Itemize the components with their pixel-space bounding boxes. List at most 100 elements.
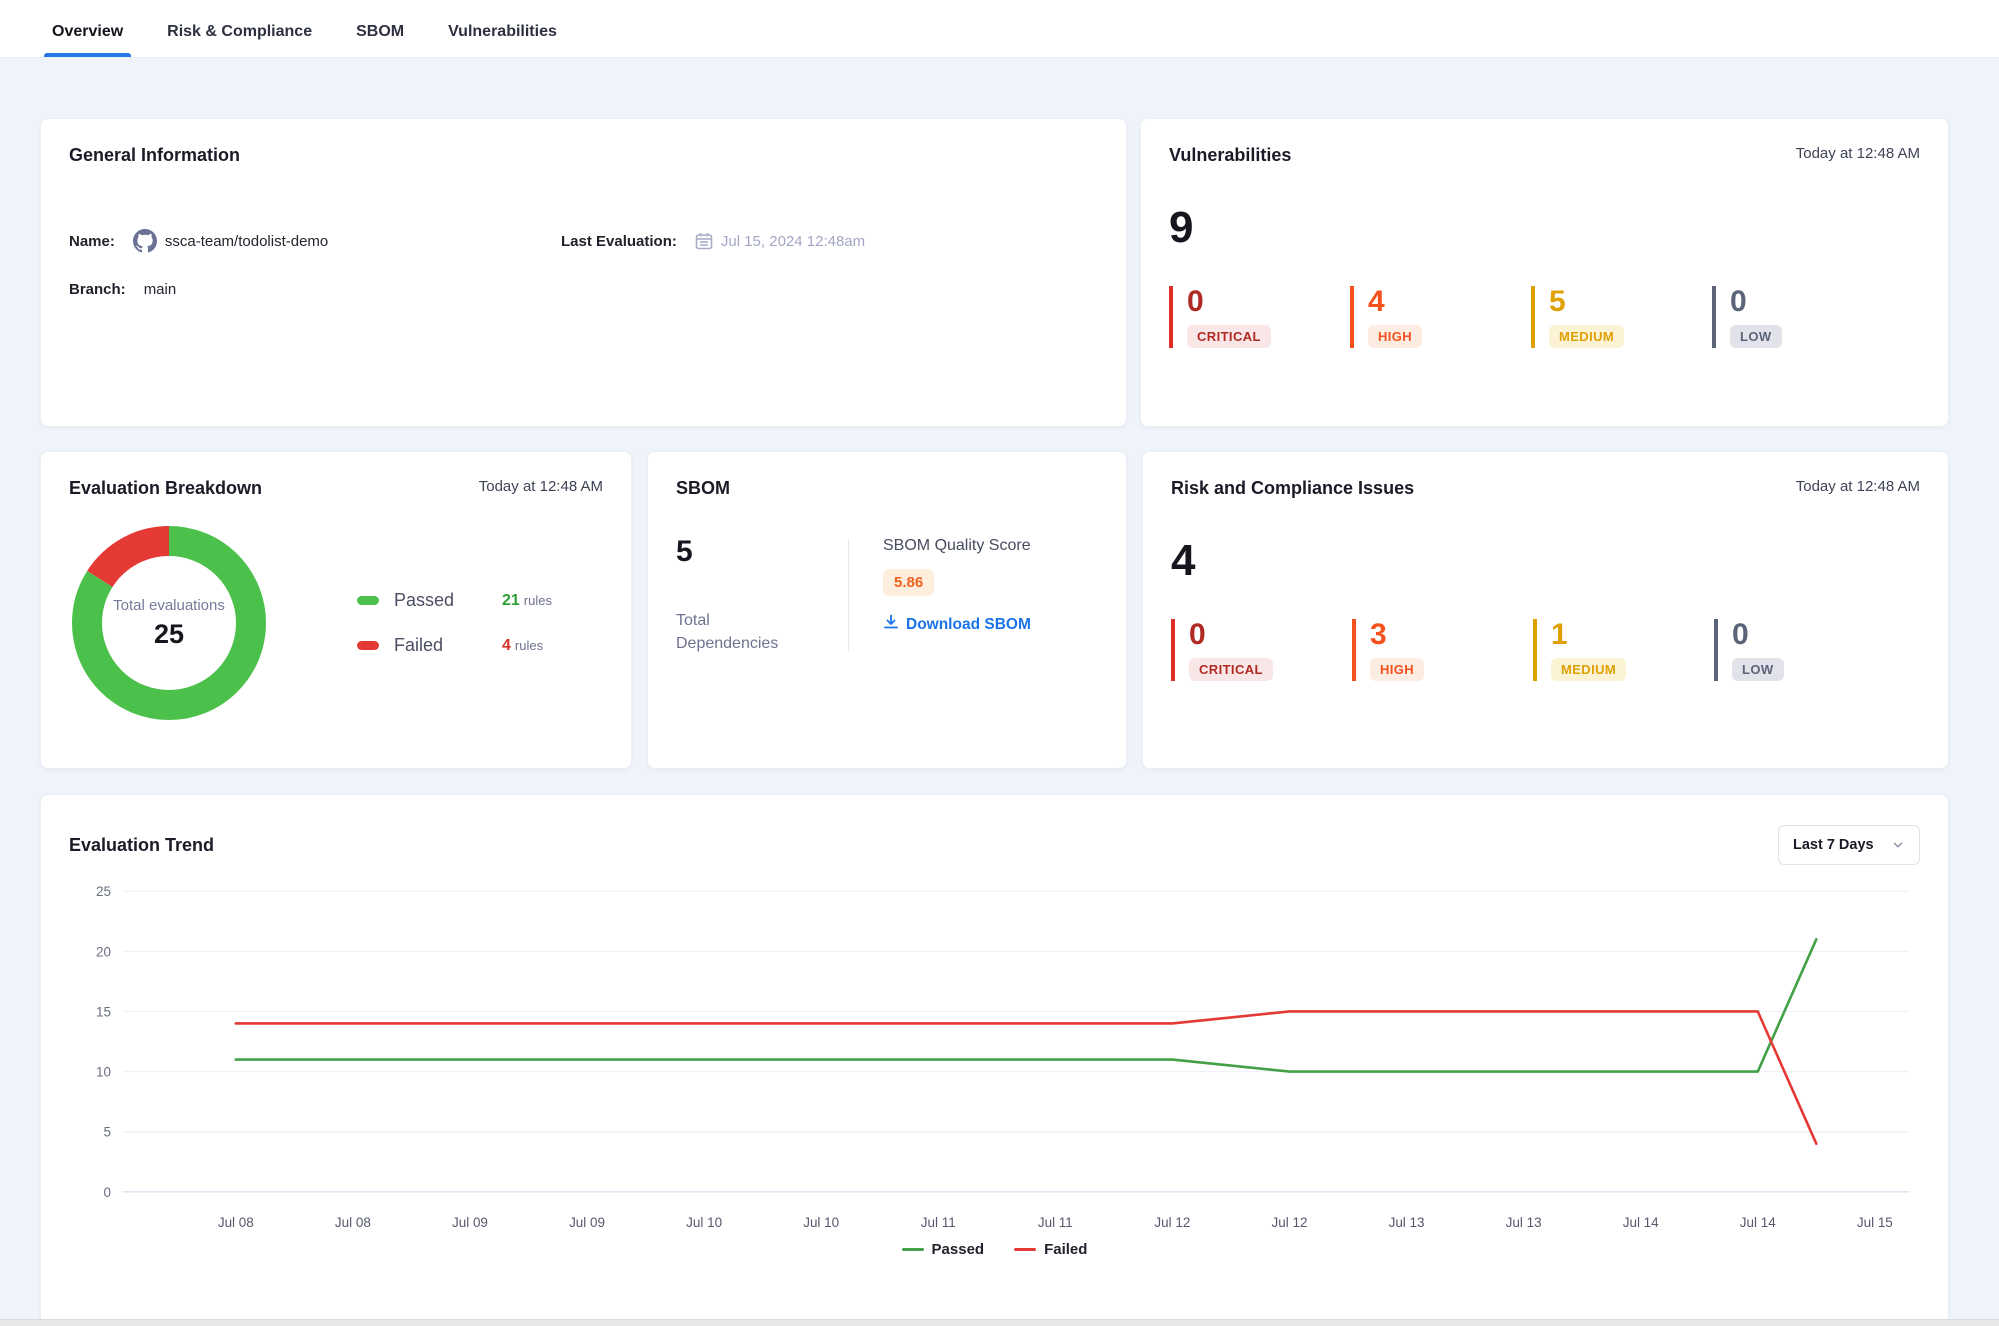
- failed-legend-label: Failed: [394, 635, 502, 656]
- download-sbom-label: Download SBOM: [906, 616, 1031, 634]
- severity-item-medium: 1MEDIUM: [1533, 619, 1714, 681]
- donut-center-label: Total evaluations: [113, 596, 225, 616]
- risk-compliance-severity-row: 0 CRITICAL 3HIGH1MEDIUM0LOW: [1171, 619, 1920, 681]
- tab-risk-compliance[interactable]: Risk & Compliance: [163, 23, 316, 57]
- severity-badge: CRITICAL: [1189, 658, 1273, 681]
- severity-count: 0: [1187, 286, 1350, 318]
- evaluation-trend-card: Evaluation Trend Last 7 Days 0 5 10 15 20 25 J…: [40, 794, 1949, 1326]
- severity-item-critical: 0 CRITICAL: [1171, 619, 1352, 681]
- legend-row-failed: Failed 4 rules: [357, 635, 552, 656]
- failed-rules-count: 4: [502, 637, 511, 655]
- severity-badge: CRITICAL: [1187, 325, 1271, 348]
- severity-item-low: 0LOW: [1714, 619, 1895, 681]
- time-range-value: Last 7 Days: [1793, 837, 1874, 853]
- tab-vulnerabilities[interactable]: Vulnerabilities: [444, 23, 561, 57]
- severity-badge: HIGH: [1368, 325, 1422, 348]
- severity-item-high: 4 HIGH: [1350, 286, 1531, 348]
- severity-count: 0: [1732, 619, 1895, 651]
- download-sbom-link[interactable]: Download SBOM: [883, 614, 1031, 635]
- legend-row-passed: Passed 21 rules: [357, 590, 552, 611]
- svg-text:Jul 15: Jul 15: [1857, 1215, 1893, 1230]
- legend-item-passed: Passed: [902, 1241, 985, 1258]
- passed-legend-label: Passed: [932, 1241, 985, 1258]
- bottom-scrollbar-track[interactable]: [0, 1319, 1999, 1326]
- sbom-total-dependencies-count: 5: [676, 535, 848, 569]
- failed-rules-unit: rules: [515, 638, 543, 653]
- svg-text:Jul 13: Jul 13: [1506, 1215, 1542, 1230]
- branch-value: main: [144, 281, 177, 298]
- svg-text:5: 5: [103, 1125, 111, 1140]
- svg-text:0: 0: [103, 1185, 111, 1200]
- last-evaluation-label: Last Evaluation:: [561, 233, 677, 250]
- branch-field: Branch: main: [69, 276, 561, 302]
- name-label: Name:: [69, 233, 115, 250]
- failed-legend-swatch: [357, 641, 379, 650]
- evaluations-donut-chart: Total evaluations 25: [69, 523, 269, 723]
- severity-count: 4: [1368, 286, 1531, 318]
- tab-sbom[interactable]: SBOM: [352, 23, 408, 57]
- svg-text:Jul 09: Jul 09: [452, 1215, 488, 1230]
- svg-text:Jul 11: Jul 11: [1038, 1215, 1073, 1230]
- svg-text:Jul 12: Jul 12: [1272, 1215, 1308, 1230]
- evaluation-trend-chart: 0 5 10 15 20 25 Jul 08 Jul 08 Jul 09 Jul 09 Jul 10…: [69, 879, 1920, 1237]
- passed-rules-count: 21: [502, 592, 520, 610]
- passed-line-swatch: [902, 1248, 924, 1252]
- severity-item-low: 0LOW: [1712, 286, 1893, 348]
- passed-rules-unit: rules: [524, 593, 552, 608]
- evaluation-breakdown-legend: Passed 21 rules Failed 4 rules: [357, 590, 552, 656]
- severity-item-medium: 5 MEDIUM: [1531, 286, 1712, 348]
- sbom-title: SBOM: [676, 478, 730, 499]
- time-range-dropdown[interactable]: Last 7 Days: [1778, 825, 1920, 865]
- evaluation-trend-legend: Passed Failed: [69, 1241, 1920, 1258]
- chevron-down-icon: [1891, 838, 1905, 852]
- svg-text:Jul 12: Jul 12: [1154, 1215, 1190, 1230]
- svg-text:Jul 09: Jul 09: [569, 1215, 605, 1230]
- last-evaluation-value: Jul 15, 2024 12:48am: [721, 233, 865, 250]
- svg-text:Jul 10: Jul 10: [803, 1215, 839, 1230]
- severity-count: 0: [1189, 619, 1352, 651]
- vulnerabilities-timestamp: Today at 12:48 AM: [1796, 145, 1920, 162]
- svg-text:Jul 14: Jul 14: [1740, 1215, 1776, 1230]
- svg-text:10: 10: [96, 1065, 111, 1080]
- tab-overview[interactable]: Overview: [48, 23, 127, 57]
- severity-count: 3: [1370, 619, 1533, 651]
- legend-item-failed: Failed: [1014, 1241, 1087, 1258]
- severity-item-critical: 0 CRITICAL: [1169, 286, 1350, 348]
- severity-count: 0: [1730, 286, 1893, 318]
- general-information-title: General Information: [69, 145, 240, 166]
- top-tab-bar: Overview Risk & Compliance SBOM Vulnerab…: [0, 0, 1999, 58]
- sbom-total-dependencies-label: Total Dependencies: [676, 609, 806, 655]
- branch-label: Branch:: [69, 281, 126, 298]
- failed-legend-label: Failed: [1044, 1241, 1087, 1258]
- severity-count: 1: [1551, 619, 1714, 651]
- svg-text:Jul 14: Jul 14: [1623, 1215, 1659, 1230]
- download-icon: [883, 614, 899, 635]
- sbom-quality-score-badge: 5.86: [883, 569, 934, 596]
- dashboard-page: General Information Name: ssca-team/todo…: [0, 58, 1999, 1326]
- severity-count: 5: [1549, 286, 1712, 318]
- svg-text:Jul 08: Jul 08: [218, 1215, 254, 1230]
- svg-text:20: 20: [96, 944, 111, 959]
- evaluation-breakdown-timestamp: Today at 12:48 AM: [479, 478, 603, 495]
- passed-legend-label: Passed: [394, 590, 502, 611]
- svg-text:25: 25: [96, 884, 111, 899]
- vulnerabilities-severity-row: 0 CRITICAL 4 HIGH 5 MEDIUM 0LOW: [1169, 286, 1920, 348]
- severity-badge: MEDIUM: [1549, 325, 1624, 348]
- donut-total-count: 25: [154, 619, 184, 650]
- svg-text:Jul 11: Jul 11: [921, 1215, 956, 1230]
- name-field: Name: ssca-team/todolist-demo: [69, 228, 561, 254]
- evaluation-breakdown-title: Evaluation Breakdown: [69, 478, 262, 499]
- risk-compliance-total: 4: [1171, 539, 1920, 583]
- vulnerabilities-title: Vulnerabilities: [1169, 145, 1291, 166]
- evaluation-trend-title: Evaluation Trend: [69, 835, 214, 856]
- evaluation-breakdown-card: Evaluation Breakdown Today at 12:48 AM T…: [40, 451, 632, 769]
- vulnerabilities-card: Vulnerabilities Today at 12:48 AM 9 0 CRI…: [1140, 118, 1949, 427]
- svg-text:Jul 10: Jul 10: [686, 1215, 722, 1230]
- svg-text:15: 15: [96, 1004, 111, 1019]
- sbom-card: SBOM 5 Total Dependencies SBOM Quality S…: [647, 451, 1127, 769]
- vulnerabilities-total: 9: [1169, 206, 1920, 250]
- severity-item-high: 3HIGH: [1352, 619, 1533, 681]
- svg-text:Jul 13: Jul 13: [1389, 1215, 1425, 1230]
- general-information-card: General Information Name: ssca-team/todo…: [40, 118, 1127, 427]
- svg-text:Jul 08: Jul 08: [335, 1215, 371, 1230]
